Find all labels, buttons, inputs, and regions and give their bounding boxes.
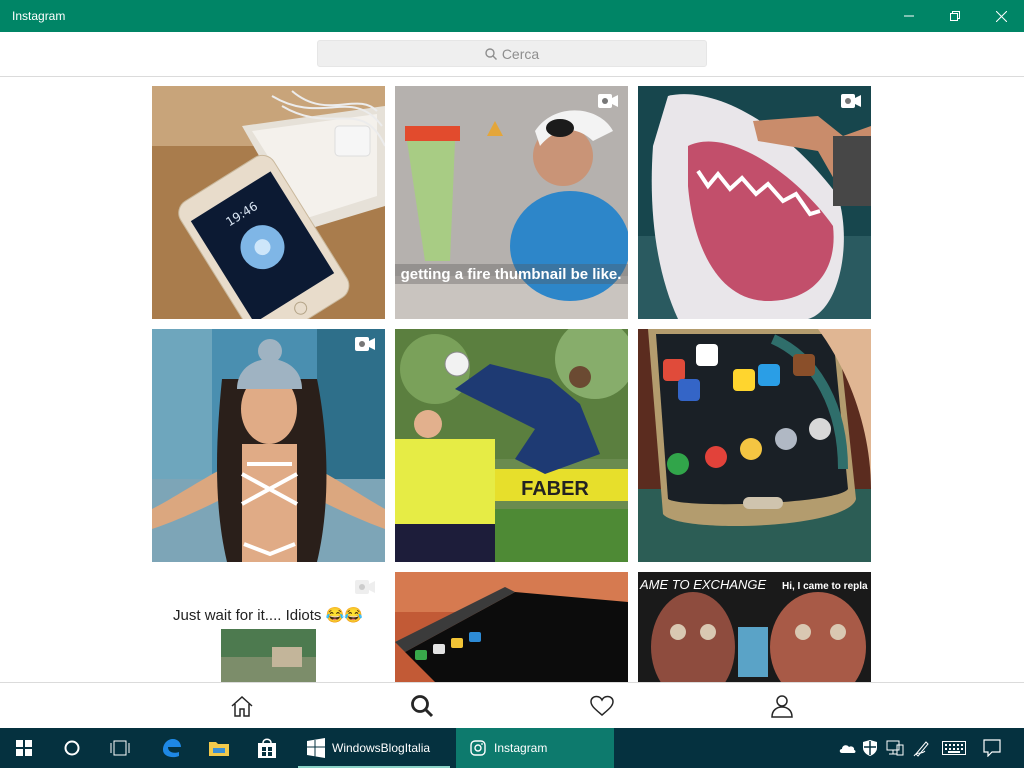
taskbar-app-label: WindowsBlogItalia <box>332 741 431 755</box>
nav-home-button[interactable] <box>212 683 272 729</box>
heart-icon <box>590 695 614 716</box>
tray-touch-keyboard[interactable] <box>942 728 966 768</box>
file-explorer-button[interactable] <box>196 728 242 768</box>
tray-defender[interactable] <box>862 728 878 768</box>
profile-icon <box>771 695 793 718</box>
search-input[interactable]: Cerca <box>317 40 707 67</box>
tray-onedrive[interactable] <box>838 728 856 768</box>
title-bar: Instagram <box>0 0 1024 32</box>
post-tile-woman-hat[interactable] <box>152 329 385 562</box>
keyboard-icon <box>942 741 966 755</box>
post-tile-galaxy-phone[interactable] <box>638 329 871 562</box>
notifications-icon <box>983 739 1001 757</box>
post-tile-shark[interactable] <box>638 86 871 319</box>
cortana-button[interactable] <box>48 728 96 768</box>
edge-button[interactable] <box>148 728 194 768</box>
taskbar: WindowsBlogItalia Instagram <box>0 728 1024 768</box>
nav-profile-button[interactable] <box>752 683 812 729</box>
window-title: Instagram <box>12 9 66 23</box>
store-icon <box>258 738 276 758</box>
start-button[interactable] <box>0 728 48 768</box>
restore-button[interactable] <box>932 0 978 32</box>
home-icon <box>231 695 253 717</box>
video-icon <box>355 580 375 599</box>
post-tile-black-phones[interactable] <box>395 572 628 682</box>
nav-search-button[interactable] <box>392 683 452 729</box>
search-icon <box>411 695 434 718</box>
store-button[interactable] <box>244 728 290 768</box>
search-icon <box>485 47 497 60</box>
tray-action-center[interactable] <box>983 728 1001 768</box>
explore-grid: 19:46 getting a fire thumbnail be like. <box>0 77 1024 682</box>
taskbar-app-label: Instagram <box>494 741 548 755</box>
close-icon <box>995 10 1007 22</box>
post-caption-left: AME TO EXCHANGE <box>639 577 767 592</box>
svg-text:FABER: FABER <box>521 478 589 500</box>
nav-activity-button[interactable] <box>572 683 632 729</box>
post-caption: getting a fire thumbnail be like. <box>401 266 622 283</box>
post-tile-face-meme[interactable]: AME TO EXCHANGE Hi, I came to repla <box>638 572 871 682</box>
post-tile-meme-idiots[interactable]: Just wait for it.... Idiots 😂😂 <box>152 572 385 682</box>
taskbar-app-windowsblogitalia[interactable]: WindowsBlogItalia <box>298 728 450 768</box>
post-caption: Just wait for it.... Idiots 😂😂 <box>173 606 363 624</box>
post-tile-thumbnail-video[interactable]: getting a fire thumbnail be like. <box>395 86 628 319</box>
search-placeholder: Cerca <box>501 45 540 62</box>
cortana-icon <box>64 740 80 756</box>
defender-icon <box>863 740 877 756</box>
tray-pen-workspace[interactable] <box>913 728 931 768</box>
post-tile-soccer[interactable]: FABER <box>395 329 628 562</box>
video-icon <box>355 337 375 356</box>
instagram-icon <box>470 740 486 756</box>
search-header: Cerca <box>0 32 1024 77</box>
task-view-icon <box>110 740 130 756</box>
pen-icon <box>913 741 929 757</box>
edge-icon <box>163 739 181 758</box>
post-caption-right: Hi, I came to repla <box>782 581 868 592</box>
start-icon <box>16 740 32 756</box>
tray-network[interactable] <box>886 728 904 768</box>
video-icon <box>598 94 618 113</box>
bottom-navigation <box>0 682 1024 728</box>
network-icon <box>886 740 904 756</box>
minimize-icon <box>904 15 914 17</box>
task-view-button[interactable] <box>96 728 144 768</box>
minimize-button[interactable] <box>886 0 932 32</box>
restore-icon <box>950 11 960 21</box>
post-tile-iphone[interactable]: 19:46 <box>152 86 385 319</box>
window-icon <box>307 738 325 758</box>
onedrive-icon <box>839 745 856 753</box>
taskbar-app-instagram[interactable]: Instagram <box>456 728 614 768</box>
video-icon <box>841 94 861 113</box>
close-button[interactable] <box>978 0 1024 32</box>
file-explorer-icon <box>209 742 229 756</box>
